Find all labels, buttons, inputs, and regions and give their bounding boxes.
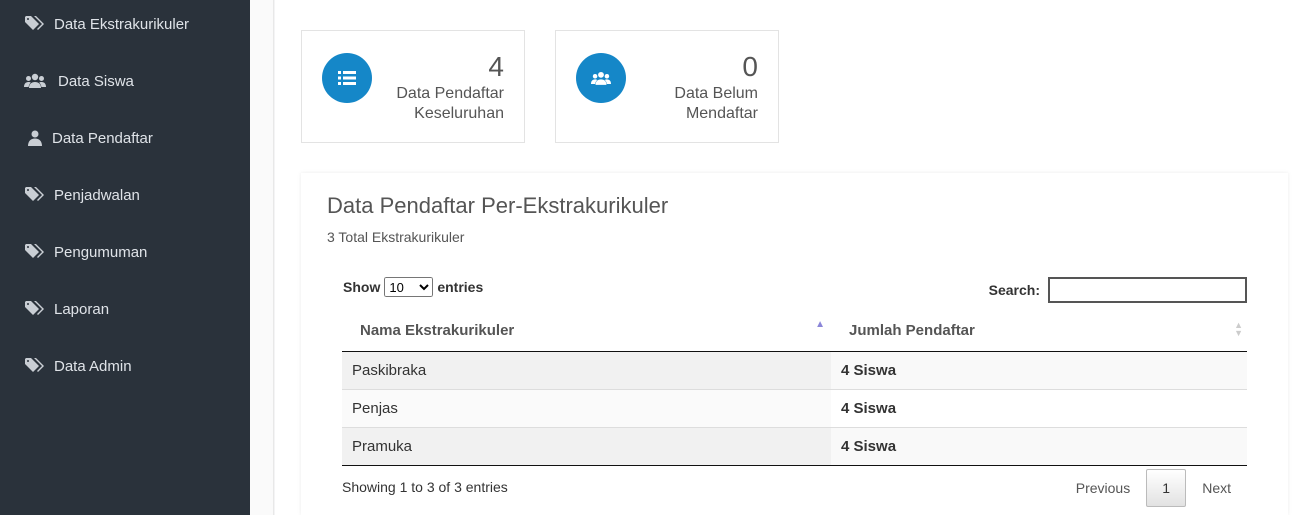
page-button-current[interactable]: 1 (1146, 469, 1187, 507)
registrants-per-extracurricular-panel: Data Pendaftar Per-Ekstrakurikuler 3 Tot… (301, 173, 1288, 515)
sidebar-item-label: Pengumuman (54, 243, 148, 261)
cell-name: Penjas (342, 389, 831, 428)
column-header-label: Jumlah Pendaftar (849, 322, 975, 340)
cell-name: Paskibraka (342, 351, 831, 390)
stat-value: 0 (742, 51, 758, 82)
column-header-name[interactable]: Nama Ekstrakurikuler ▲ (342, 311, 831, 352)
cell-name: Pramuka (342, 427, 831, 466)
sort-ascending-icon: ▲ (815, 319, 825, 330)
sidebar-item-data-ekstrakurikuler[interactable]: Data Ekstrakurikuler (0, 4, 250, 44)
sidebar-item-data-admin[interactable]: Data Admin (0, 346, 250, 386)
sidebar-item-label: Data Siswa (58, 72, 134, 90)
stat-label: Data Pendaftar Keseluruhan (396, 84, 504, 124)
sidebar-item-data-siswa[interactable]: Data Siswa (0, 61, 250, 101)
tags-icon (24, 356, 46, 376)
panel-subtitle: 3 Total Ekstrakurikuler (327, 229, 465, 245)
stat-label-line1: Data Belum (674, 85, 758, 102)
sidebar-item-label: Laporan (54, 300, 110, 318)
cell-count: 4 Siswa (831, 351, 1247, 390)
stat-box-total-registrants: 4 Data Pendaftar Keseluruhan (301, 30, 525, 143)
tags-icon (24, 242, 46, 262)
search-control: Search: (989, 277, 1247, 303)
column-header-label: Nama Ekstrakurikuler (360, 322, 515, 340)
page-length-control: Show 10 25 50 100 entries (343, 277, 483, 297)
search-label: Search: (988, 282, 1040, 298)
sidebar-item-label: Data Pendaftar (52, 129, 153, 147)
users-icon (24, 71, 46, 91)
stat-label-line2: Mendaftar (685, 105, 758, 122)
stat-label-line2: Keseluruhan (414, 105, 504, 122)
table-row: Penjas 4 Siswa (342, 389, 1247, 428)
page-length-select[interactable]: 10 25 50 100 (384, 277, 434, 297)
sidebar-item-data-pendaftar[interactable]: Data Pendaftar (0, 118, 250, 158)
stat-label: Data Belum Mendaftar (674, 84, 758, 124)
list-icon (322, 53, 372, 103)
stat-value: 4 (488, 51, 504, 82)
panel-title: Data Pendaftar Per-Ekstrakurikuler (327, 193, 669, 218)
entries-label: entries (437, 279, 484, 295)
sidebar-item-label: Data Ekstrakurikuler (54, 15, 190, 33)
table-row: Pramuka 4 Siswa (342, 427, 1247, 466)
table-header-row: Nama Ekstrakurikuler ▲ Jumlah Pendaftar … (342, 311, 1247, 352)
cell-count: 4 Siswa (831, 389, 1247, 428)
tags-icon (24, 299, 46, 319)
tags-icon (24, 185, 46, 205)
sidebar-item-laporan[interactable]: Laporan (0, 289, 250, 329)
next-button[interactable]: Next (1186, 469, 1247, 507)
show-label: Show (343, 279, 381, 295)
pagination: Previous 1 Next (1060, 469, 1247, 507)
sidebar-item-pengumuman[interactable]: Pengumuman (0, 232, 250, 272)
search-input[interactable] (1048, 277, 1247, 303)
sort-both-icon: ▲ ▼ (1234, 320, 1243, 338)
table-row: Paskibraka 4 Siswa (342, 351, 1247, 390)
sidebar: Data Ekstrakurikuler Data Siswa Data Pen… (0, 0, 250, 515)
stat-label-line1: Data Pendaftar (396, 85, 504, 102)
sidebar-item-label: Data Admin (54, 357, 132, 375)
previous-button[interactable]: Previous (1060, 469, 1146, 507)
tags-icon (24, 14, 46, 34)
users-icon (576, 53, 626, 103)
sidebar-item-penjadwalan[interactable]: Penjadwalan (0, 175, 250, 215)
cell-count: 4 Siswa (831, 427, 1247, 466)
sidebar-item-label: Penjadwalan (54, 186, 140, 204)
sidebar-gutter (250, 0, 274, 515)
column-header-count[interactable]: Jumlah Pendaftar ▲ ▼ (831, 311, 1247, 352)
user-icon (24, 128, 46, 148)
extracurricular-table: Nama Ekstrakurikuler ▲ Jumlah Pendaftar … (342, 311, 1247, 466)
table-info: Showing 1 to 3 of 3 entries (342, 479, 508, 495)
stat-box-not-registered: 0 Data Belum Mendaftar (555, 30, 779, 143)
